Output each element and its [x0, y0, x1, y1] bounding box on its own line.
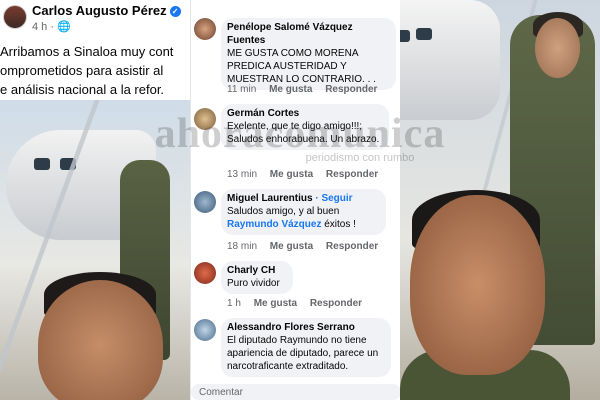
reply-button[interactable]: Responder	[325, 84, 377, 95]
commenter-avatar[interactable]	[194, 262, 216, 284]
like-button[interactable]: Me gusta	[269, 84, 312, 95]
post-panel: Carlos Augusto Pérez ✓ 4 h · 🌐 Arribamos …	[0, 0, 190, 400]
comments-panel: Penélope Salomé Vázquez Fuentes ME GUSTA…	[190, 0, 400, 400]
comment-bubble: Miguel Laurentius · Seguir Saludos amigo…	[221, 189, 386, 235]
reply-button[interactable]: Responder	[326, 169, 378, 180]
airplane-image	[400, 0, 500, 120]
comment-text-end: éxitos !	[321, 219, 356, 230]
commenter-avatar[interactable]	[194, 108, 216, 130]
comment-bubble: Germán Cortes Exelente, que te digo amig…	[221, 104, 389, 150]
comment-text: Saludos amigo, y al buen	[227, 206, 340, 217]
selfie-face	[38, 280, 163, 400]
reply-button[interactable]: Responder	[326, 241, 378, 252]
globe-icon: 🌐	[57, 21, 71, 33]
like-button[interactable]: Me gusta	[270, 241, 313, 252]
comment-time[interactable]: 18 min	[227, 241, 257, 252]
author-name-line: Carlos Augusto Pérez ✓	[32, 3, 181, 18]
post-photo[interactable]	[0, 100, 190, 400]
post-header: Carlos Augusto Pérez ✓ 4 h · 🌐 Arribamos …	[0, 0, 190, 100]
commenter-name[interactable]: Germán Cortes	[227, 107, 381, 120]
post-time-text[interactable]: 4 h ·	[32, 21, 54, 33]
comment-actions: 13 min Me gusta Responder	[227, 169, 388, 180]
comment-text: Exelente, que te digo amigo!!!; Saludos …	[227, 121, 380, 145]
comment-actions: 1 h Me gusta Responder	[227, 298, 372, 309]
comment-bubble: Alessandro Flores Serrano El diputado Ra…	[221, 318, 391, 377]
comment-text: Puro vividor	[227, 278, 280, 289]
side-photo[interactable]	[400, 0, 600, 400]
commenter-name[interactable]: Miguel Laurentius	[227, 193, 313, 204]
verified-badge-icon: ✓	[169, 6, 181, 18]
comment-actions: 11 min Me gusta Responder	[227, 84, 387, 95]
mention-link[interactable]: Raymundo Vázquez	[227, 219, 321, 230]
comment-time[interactable]: 1 h	[227, 298, 241, 309]
person-head	[535, 18, 580, 78]
comment-bubble: Penélope Salomé Vázquez Fuentes ME GUSTA…	[221, 18, 396, 90]
like-button[interactable]: Me gusta	[254, 298, 297, 309]
comment-text: ME GUSTA COMO MORENA PREDICA AUSTERIDAD …	[227, 48, 376, 85]
comment-time[interactable]: 13 min	[227, 169, 257, 180]
commenter-name[interactable]: Penélope Salomé Vázquez Fuentes	[227, 21, 388, 47]
selfie-face	[410, 195, 545, 375]
commenter-name-line: Miguel Laurentius · Seguir	[227, 192, 378, 205]
comment-bubble: Charly CH Puro vividor	[221, 261, 293, 294]
commenter-avatar[interactable]	[194, 18, 216, 40]
author-name[interactable]: Carlos Augusto Pérez	[32, 3, 167, 18]
post-text: Arribamos a Sinaloa muy cont omprometido…	[0, 42, 190, 99]
commenter-avatar[interactable]	[194, 319, 216, 341]
post-text-line: omprometidos para asistir al	[0, 63, 164, 78]
comment-actions: 18 min Me gusta Responder	[227, 241, 388, 252]
author-avatar[interactable]	[3, 5, 27, 29]
commenter-name[interactable]: Charly CH	[227, 264, 285, 277]
comment-text: El diputado Raymundo no tiene apariencia…	[227, 335, 379, 372]
comment-time[interactable]: 11 min	[227, 84, 256, 95]
like-button[interactable]: Me gusta	[270, 169, 313, 180]
commenter-avatar[interactable]	[194, 191, 216, 213]
reply-button[interactable]: Responder	[310, 298, 362, 309]
follow-link[interactable]: · Seguir	[315, 193, 352, 204]
comment-input[interactable]: Comentar	[191, 384, 400, 400]
commenter-name[interactable]: Alessandro Flores Serrano	[227, 321, 383, 334]
post-time[interactable]: 4 h · 🌐	[32, 20, 71, 33]
post-text-line: e análisis nacional a la refor.	[0, 82, 165, 97]
post-text-line: Arribamos a Sinaloa muy cont	[0, 44, 174, 59]
